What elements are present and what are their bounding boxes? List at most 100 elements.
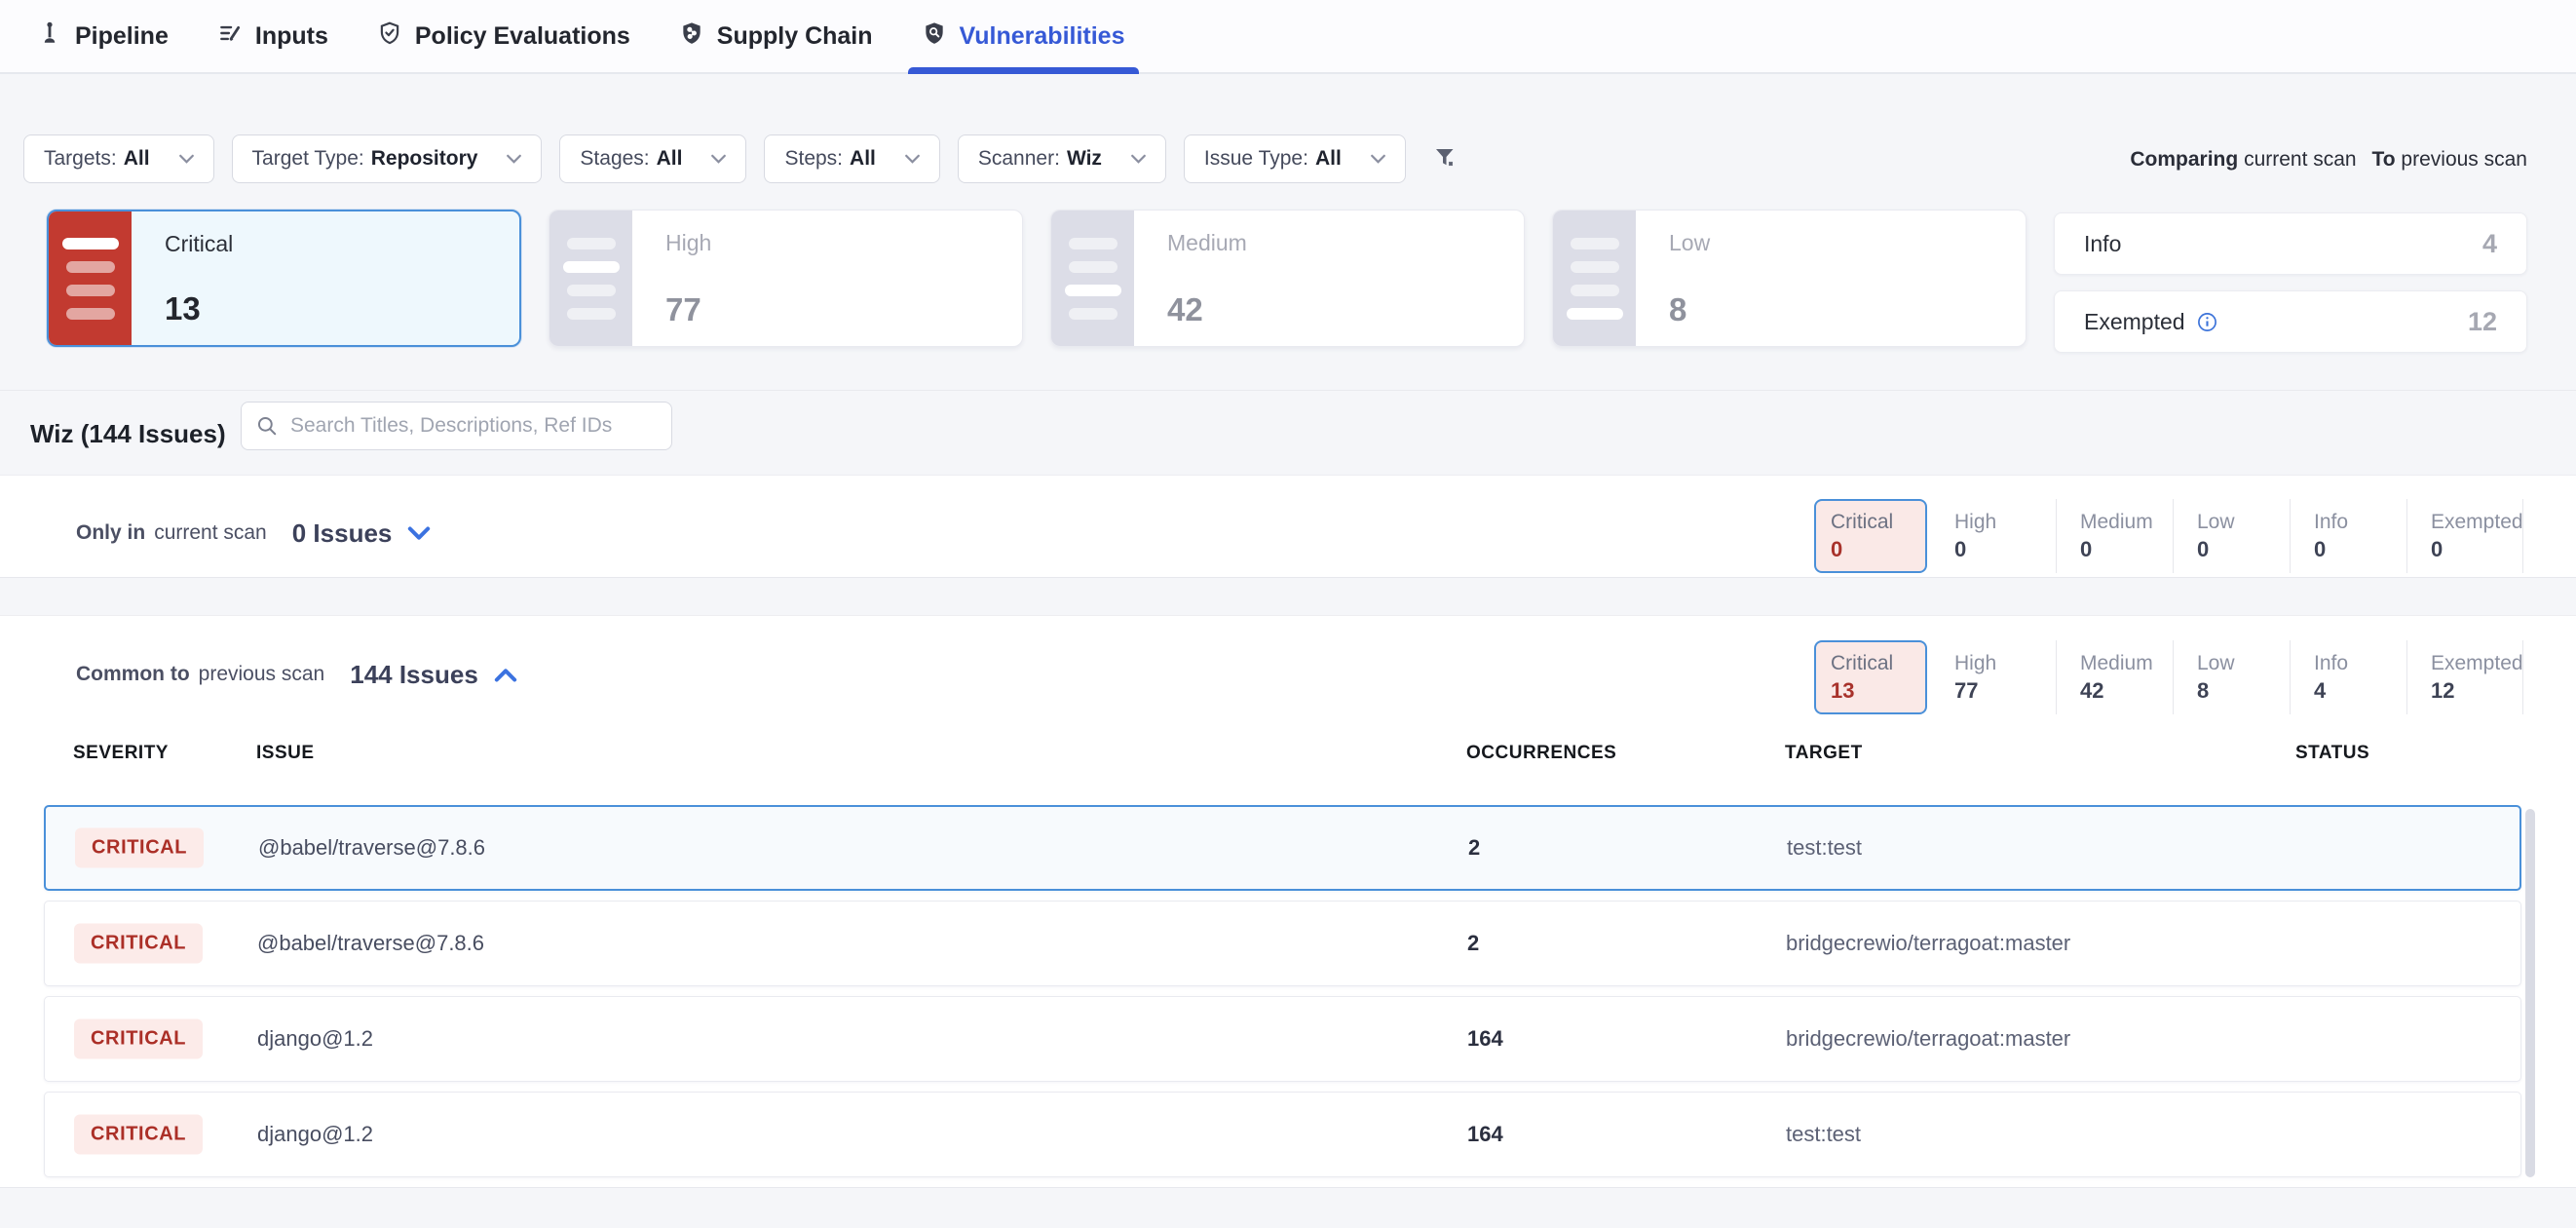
chip-high[interactable]: High 77 xyxy=(1927,640,2056,714)
severity-badge: CRITICAL xyxy=(74,1019,203,1059)
severity-card-low[interactable]: Low 8 xyxy=(1552,210,2027,347)
severity-meter-icon xyxy=(49,211,132,345)
chip-label: High xyxy=(1954,652,2056,675)
chip-count: 0 xyxy=(2431,537,2523,562)
chip-label: Critical xyxy=(1831,511,1925,534)
table-row[interactable]: CRITICAL @babel/traverse@7.8.6 2 bridgec… xyxy=(44,901,2521,986)
chip-count: 4 xyxy=(2314,678,2406,704)
chip-exempted[interactable]: Exempted 0 xyxy=(2406,499,2523,573)
chip-critical[interactable]: Critical 13 xyxy=(1814,640,1927,714)
tab-label: Policy Evaluations xyxy=(415,22,630,51)
severity-card-high[interactable]: High 77 xyxy=(549,210,1023,347)
section-prefix: Only in xyxy=(76,521,145,545)
comparing-current[interactable]: current scan xyxy=(2244,148,2357,171)
card-count: 13 xyxy=(165,290,233,327)
filter-scanner[interactable]: Scanner: Wiz xyxy=(958,134,1166,183)
table-row[interactable]: CRITICAL @babel/traverse@7.8.6 2 test:te… xyxy=(44,805,2521,891)
issue-name: django@1.2 xyxy=(257,1122,373,1147)
issue-name: @babel/traverse@7.8.6 xyxy=(258,835,485,861)
table-row[interactable]: CRITICAL django@1.2 164 bridgecrewio/ter… xyxy=(44,996,2521,1082)
chevron-down-icon xyxy=(1371,154,1385,164)
chevron-down-icon xyxy=(905,154,920,164)
search-input[interactable] xyxy=(288,413,657,439)
search-box[interactable] xyxy=(241,402,672,450)
filter-value: All xyxy=(850,147,876,171)
chip-info[interactable]: Info 4 xyxy=(2290,640,2406,714)
tab-pipeline[interactable]: Pipeline xyxy=(37,0,169,72)
filter-stages[interactable]: Stages: All xyxy=(559,134,746,183)
chip-label: Medium xyxy=(2080,511,2173,534)
col-header-status: STATUS xyxy=(2295,743,2369,764)
col-header-issue: ISSUE xyxy=(256,743,315,764)
comparing-previous[interactable]: previous scan xyxy=(2401,148,2527,171)
chip-info[interactable]: Info 0 xyxy=(2290,499,2406,573)
chevron-down-icon[interactable] xyxy=(407,526,431,541)
section-scan: previous scan xyxy=(199,663,325,686)
chevron-down-icon xyxy=(179,154,194,164)
table-row[interactable]: CRITICAL django@1.2 164 test:test xyxy=(44,1092,2521,1177)
col-header-occurrences: OCCURRENCES xyxy=(1466,743,1616,764)
target-name: test:test xyxy=(1786,1122,1861,1147)
chip-low[interactable]: Low 8 xyxy=(2173,640,2290,714)
card-count: 42 xyxy=(1167,291,1247,328)
severity-meter-icon xyxy=(1553,211,1636,346)
chip-count: 0 xyxy=(1954,537,2056,562)
card-count: 4 xyxy=(2482,229,2497,259)
filter-steps[interactable]: Steps: All xyxy=(764,134,939,183)
chip-count: 77 xyxy=(1954,678,2056,704)
filter-targets[interactable]: Targets: All xyxy=(23,134,214,183)
chevron-up-icon[interactable] xyxy=(494,668,517,682)
tab-inputs[interactable]: Inputs xyxy=(217,0,328,72)
target-name: test:test xyxy=(1787,835,1862,861)
severity-badge: CRITICAL xyxy=(75,828,204,868)
exempted-card[interactable]: Exempted 12 xyxy=(2054,290,2527,353)
tab-supply-chain[interactable]: Supply Chain xyxy=(679,0,873,72)
col-header-severity: SEVERITY xyxy=(73,743,169,764)
shield-network-icon xyxy=(679,20,704,53)
filter-bar: Targets: All Target Type: Repository Sta… xyxy=(23,134,1460,183)
only-in-section-header[interactable]: Only in current scan 0 Issues xyxy=(76,504,431,562)
card-count: 12 xyxy=(2468,307,2497,337)
card-label: High xyxy=(665,230,711,256)
chip-label: Low xyxy=(2197,511,2290,534)
card-label: Info xyxy=(2084,231,2121,257)
card-count: 77 xyxy=(665,291,711,328)
filter-value: Wiz xyxy=(1067,147,1102,171)
severity-card-critical[interactable]: Critical 13 xyxy=(47,210,521,347)
common-to-section-header[interactable]: Common to previous scan 144 Issues xyxy=(76,645,517,704)
chip-label: Low xyxy=(2197,652,2290,675)
pipeline-icon xyxy=(37,20,62,53)
chip-count: 0 xyxy=(2314,537,2406,562)
filter-clear-icon[interactable] xyxy=(1431,144,1460,173)
filter-label: Stages: xyxy=(580,147,649,171)
chip-medium[interactable]: Medium 42 xyxy=(2056,640,2173,714)
results-title: Wiz (144 Issues) xyxy=(30,419,226,449)
filter-label: Target Type: xyxy=(252,147,364,171)
chip-exempted[interactable]: Exempted 12 xyxy=(2406,640,2523,714)
chevron-down-icon xyxy=(711,154,726,164)
tab-vulnerabilities[interactable]: Vulnerabilities xyxy=(922,0,1125,72)
filter-label: Steps: xyxy=(784,147,843,171)
card-label: Critical xyxy=(165,231,233,257)
chip-low[interactable]: Low 0 xyxy=(2173,499,2290,573)
occurrences-count: 2 xyxy=(1468,835,1480,861)
filter-target-type[interactable]: Target Type: Repository xyxy=(232,134,543,183)
severity-card-medium[interactable]: Medium 42 xyxy=(1050,210,1525,347)
chip-high[interactable]: High 0 xyxy=(1927,499,2056,573)
occurrences-count: 164 xyxy=(1467,1026,1503,1052)
info-card[interactable]: Info 4 xyxy=(2054,212,2527,275)
comparing-bold: Comparing xyxy=(2130,148,2238,171)
common-to-severity-chips: Critical 13 High 77 Medium 42 Low 8 Info… xyxy=(1814,640,2523,714)
vertical-scrollbar[interactable] xyxy=(2525,809,2535,1177)
chevron-down-icon xyxy=(1131,154,1146,164)
chip-count: 0 xyxy=(2080,537,2173,562)
chip-critical[interactable]: Critical 0 xyxy=(1814,499,1927,573)
chip-label: High xyxy=(1954,511,2056,534)
filter-value: All xyxy=(657,147,683,171)
occurrences-count: 164 xyxy=(1467,1122,1503,1147)
chip-medium[interactable]: Medium 0 xyxy=(2056,499,2173,573)
info-circle-icon xyxy=(2197,312,2217,332)
tab-policy-evaluations[interactable]: Policy Evaluations xyxy=(377,0,630,72)
filter-issue-type[interactable]: Issue Type: All xyxy=(1184,134,1406,183)
chip-count: 42 xyxy=(2080,678,2173,704)
